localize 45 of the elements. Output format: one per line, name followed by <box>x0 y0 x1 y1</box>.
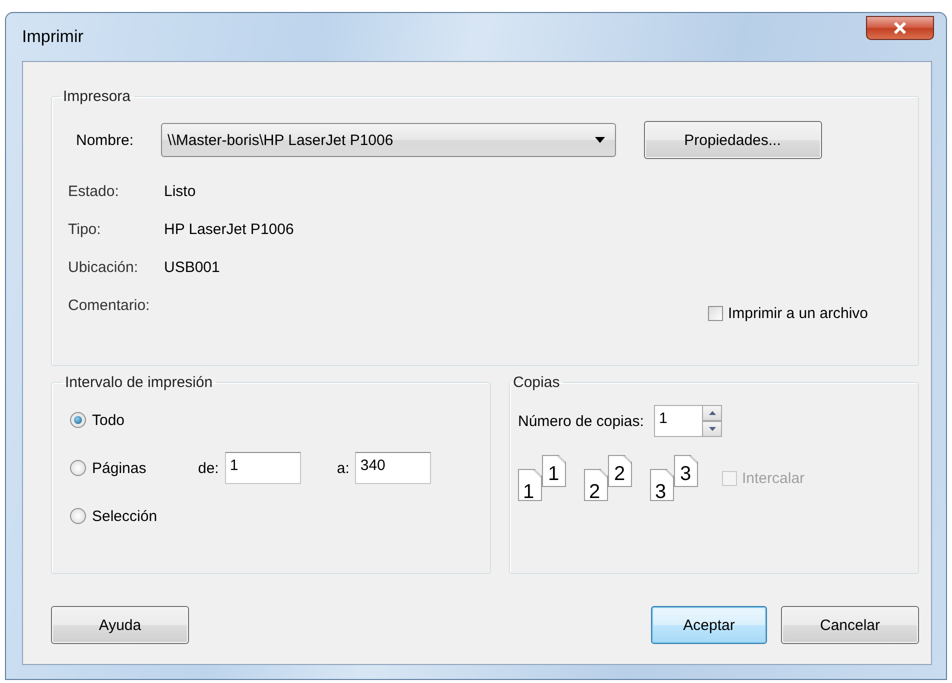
window-title: Imprimir <box>22 27 84 47</box>
radio-label: Selección <box>92 508 158 524</box>
page-icon: 1 <box>542 455 566 487</box>
field-label: Número de copias: <box>518 412 645 430</box>
copies-field[interactable]: 1 <box>654 405 702 437</box>
close-icon <box>893 22 907 34</box>
dropdown-caret-icon <box>594 137 605 143</box>
close-button[interactable] <box>866 16 934 40</box>
detail-label: Estado: <box>68 183 120 200</box>
detail-value: HP LaserJet P1006 <box>164 221 294 238</box>
field-label: Nombre: <box>76 132 134 148</box>
spin-down-button[interactable] <box>702 421 722 437</box>
page-icon: 2 <box>584 469 608 501</box>
to-page-field[interactable]: 340 <box>355 452 432 484</box>
group-title: Copias <box>512 374 561 391</box>
caret-down-icon <box>708 427 716 431</box>
spin-up-button[interactable] <box>702 405 722 421</box>
field-label: de: <box>198 460 219 476</box>
page-icon: 3 <box>674 455 698 487</box>
field-label: a: <box>336 460 350 476</box>
page-icon: 3 <box>650 469 674 501</box>
radio-label: Todo <box>92 412 125 428</box>
radio-button[interactable] <box>70 460 86 476</box>
dialog-button[interactable]: Ayuda <box>51 606 189 644</box>
detail-label: Comentario: <box>68 297 151 316</box>
radio-button[interactable] <box>70 508 86 524</box>
detail-label: Tipo: <box>68 221 102 238</box>
from-page-field[interactable]: 1 <box>224 452 301 484</box>
dialog-button[interactable]: Cancelar <box>781 606 919 644</box>
caret-up-icon <box>708 411 716 415</box>
detail-label: Ubicación: <box>68 259 140 276</box>
page-icon: 1 <box>518 469 542 501</box>
radio-label: Páginas <box>92 460 146 476</box>
properties-button[interactable]: Propiedades... <box>644 121 822 159</box>
checkbox[interactable] <box>708 306 723 321</box>
page-icon: 2 <box>608 455 632 487</box>
radio-button[interactable] <box>70 412 86 428</box>
detail-value: Listo <box>164 183 196 200</box>
dialog-button[interactable]: Aceptar <box>651 606 767 644</box>
group-title: Impresora <box>62 88 132 105</box>
group-title: Intervalo de impresión <box>64 374 214 391</box>
checkbox-label: Intercalar <box>742 470 805 486</box>
detail-value: USB001 <box>164 259 220 276</box>
printer-dropdown[interactable]: \\Master-boris\HP LaserJet P1006 <box>160 123 616 157</box>
checkbox-label: Imprimir a un archivo <box>728 305 868 322</box>
